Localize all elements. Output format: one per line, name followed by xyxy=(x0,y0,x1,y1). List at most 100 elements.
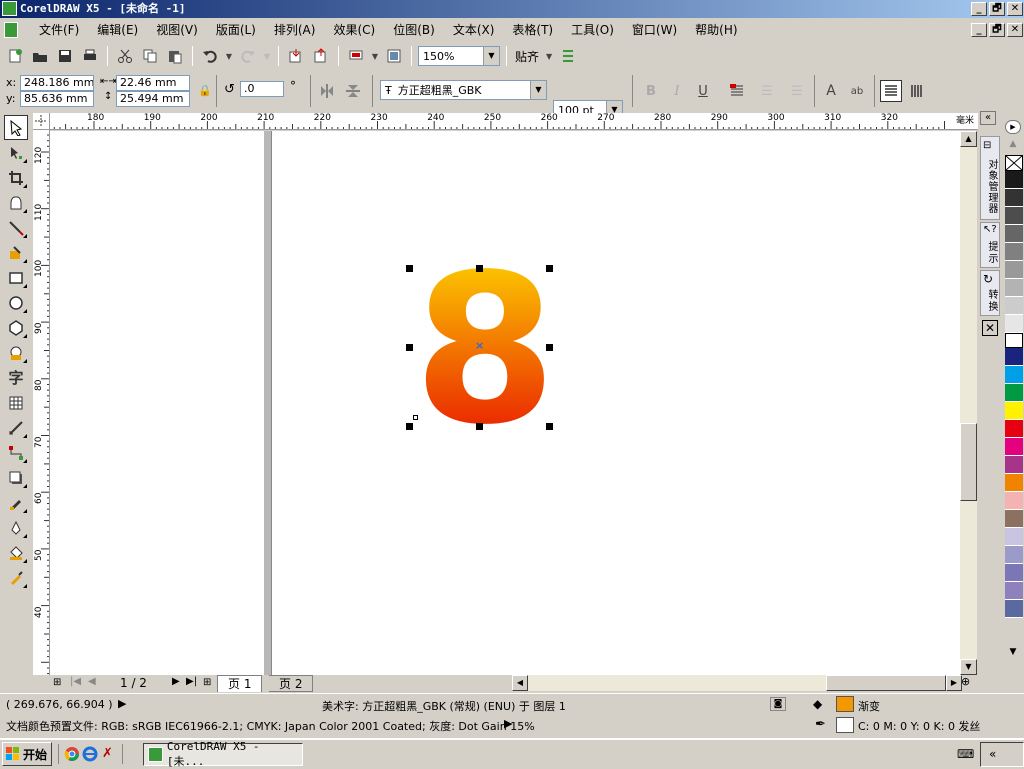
minimize-button[interactable]: _ xyxy=(971,2,987,16)
selection-handle-n[interactable] xyxy=(476,265,483,272)
zoom-level-combo[interactable]: 150% ▼ xyxy=(418,46,500,66)
ruler-origin[interactable] xyxy=(33,113,50,130)
outline-pen-icon[interactable]: ✒ xyxy=(815,717,826,732)
fill-info-icon[interactable]: ◙ xyxy=(770,697,786,711)
menu-window[interactable]: 窗口(W) xyxy=(623,20,686,40)
insert-page-before-icon[interactable]: ⊞ xyxy=(53,677,61,688)
underline-icon[interactable]: U xyxy=(692,80,714,102)
fill-color-swatch[interactable] xyxy=(836,696,854,712)
paste-icon[interactable] xyxy=(164,45,186,67)
menu-file[interactable]: 文件(F) xyxy=(30,20,88,40)
ellipse-tool-icon[interactable] xyxy=(4,290,28,315)
page-tab-2[interactable]: 页 2 xyxy=(269,675,314,692)
fill-bucket-icon[interactable]: ◆ xyxy=(813,697,822,711)
text-node-handle[interactable] xyxy=(413,415,418,420)
freehand-tool-icon[interactable] xyxy=(4,215,28,240)
welcome-screen-icon[interactable] xyxy=(383,45,405,67)
font-list-dropdown-icon[interactable]: ▼ xyxy=(530,81,546,99)
outline-pen-tool-icon[interactable] xyxy=(4,515,28,540)
text-align-icon[interactable] xyxy=(726,80,748,102)
menu-effects[interactable]: 效果(C) xyxy=(324,20,384,40)
palette-swatch[interactable] xyxy=(1005,456,1023,474)
undo-dropdown-icon[interactable]: ▼ xyxy=(224,45,234,67)
selection-handle-nw[interactable] xyxy=(406,265,413,272)
rectangle-tool-icon[interactable] xyxy=(4,265,28,290)
vertical-scrollbar[interactable]: ▲ ▼ xyxy=(960,131,977,675)
previous-page-icon[interactable]: ◀ xyxy=(88,676,96,687)
page-area[interactable] xyxy=(271,131,960,675)
selection-handle-e[interactable] xyxy=(546,344,553,351)
open-icon[interactable] xyxy=(29,45,51,67)
drop-shadow-tool-icon[interactable] xyxy=(4,465,28,490)
palette-swatch[interactable] xyxy=(1005,510,1023,528)
palette-swatch[interactable] xyxy=(1005,492,1023,510)
insert-page-after-icon[interactable]: ⊞ xyxy=(203,677,211,688)
palette-swatch[interactable] xyxy=(1005,546,1023,564)
palette-swatch[interactable] xyxy=(1005,279,1023,297)
copy-icon[interactable] xyxy=(139,45,161,67)
horizontal-scroll-thumb[interactable] xyxy=(826,675,946,691)
zoom-dropdown-icon[interactable]: ▼ xyxy=(483,47,499,65)
connector-tool-icon[interactable] xyxy=(4,440,28,465)
status-expand-arrow-icon[interactable]: ▶ xyxy=(118,697,126,710)
menu-bitmaps[interactable]: 位图(B) xyxy=(384,20,444,40)
vertical-ruler[interactable]: 120 110 100 90 80 70 60 50 40 xyxy=(33,130,50,675)
palette-swatch[interactable] xyxy=(1005,348,1023,366)
palette-swatch[interactable] xyxy=(1005,582,1023,600)
drawing-canvas[interactable]: 8 × xyxy=(50,131,960,675)
palette-swatch[interactable] xyxy=(1005,564,1023,582)
close-button[interactable]: ✕ xyxy=(1007,2,1023,16)
basic-shapes-tool-icon[interactable] xyxy=(4,340,28,365)
doc-restore-button[interactable]: 🗗 xyxy=(989,23,1005,37)
outline-color-swatch[interactable] xyxy=(836,717,854,733)
menu-layout[interactable]: 版面(L) xyxy=(207,20,265,40)
save-icon[interactable] xyxy=(54,45,76,67)
palette-swatch[interactable] xyxy=(1005,243,1023,261)
palette-swatch[interactable] xyxy=(1005,528,1023,546)
palette-swatch[interactable] xyxy=(1005,366,1023,384)
doc-minimize-button[interactable]: _ xyxy=(971,23,987,37)
palette-swatch[interactable] xyxy=(1005,297,1023,315)
mirror-horizontal-icon[interactable] xyxy=(316,80,338,102)
vertical-scroll-thumb[interactable] xyxy=(960,423,977,501)
chrome-icon[interactable] xyxy=(64,746,80,765)
doc-close-button[interactable]: ✕ xyxy=(1007,23,1023,37)
palette-scroll-up-button[interactable]: ▶ xyxy=(1005,120,1021,134)
palette-scroll-down-button[interactable]: ▼ xyxy=(1005,647,1021,661)
menu-tools[interactable]: 工具(O) xyxy=(562,20,623,40)
profile-expand-arrow-icon[interactable]: ▶ xyxy=(504,717,512,730)
application-launcher-icon[interactable] xyxy=(345,45,367,67)
eyedropper-tool-icon[interactable] xyxy=(4,490,28,515)
pick-tool-icon[interactable] xyxy=(4,115,28,140)
new-icon[interactable] xyxy=(4,45,26,67)
x-position-field[interactable]: 248.186 mm xyxy=(20,75,94,91)
palette-swatch[interactable] xyxy=(1005,600,1023,618)
lock-ratio-icon[interactable]: 🔒 xyxy=(198,84,212,97)
first-page-icon[interactable]: |◀ xyxy=(70,676,81,687)
palette-swatch[interactable] xyxy=(1005,207,1023,225)
start-button[interactable]: 开始 xyxy=(2,742,52,766)
artistic-text-8[interactable]: 8 xyxy=(413,261,556,431)
smart-fill-tool-icon[interactable] xyxy=(4,240,28,265)
palette-swatch[interactable] xyxy=(1005,189,1023,207)
fill-tool-icon[interactable] xyxy=(4,540,28,565)
selection-handle-ne[interactable] xyxy=(546,265,553,272)
tray-expand-button[interactable]: « xyxy=(989,747,996,761)
palette-swatch[interactable] xyxy=(1005,225,1023,243)
print-icon[interactable] xyxy=(79,45,101,67)
selection-handle-s[interactable] xyxy=(476,423,483,430)
menu-edit[interactable]: 编辑(E) xyxy=(88,20,147,40)
keyboard-tray-icon[interactable]: ⌨ xyxy=(957,747,974,761)
italic-icon[interactable]: I xyxy=(666,80,688,102)
menu-arrange[interactable]: 排列(A) xyxy=(265,20,325,40)
font-list-combo[interactable]: Ŧ 方正超粗黑_GBK ▼ xyxy=(380,80,547,100)
horizontal-ruler[interactable]: 180 190 200 210 220 230 240 250 260 270 … xyxy=(50,113,978,130)
taskbar-coreldraw-button[interactable]: CorelDRAW X5 - [未... xyxy=(143,740,303,768)
scroll-down-button[interactable]: ▼ xyxy=(960,659,977,675)
options-icon[interactable] xyxy=(557,45,579,67)
mirror-vertical-icon[interactable] xyxy=(342,80,364,102)
drop-cap-icon[interactable]: ☰ xyxy=(786,80,808,102)
navigator-zoom-icon[interactable]: ⊕ xyxy=(961,675,970,688)
redo-dropdown-icon[interactable]: ▼ xyxy=(262,45,272,67)
ie-icon[interactable] xyxy=(82,746,98,765)
